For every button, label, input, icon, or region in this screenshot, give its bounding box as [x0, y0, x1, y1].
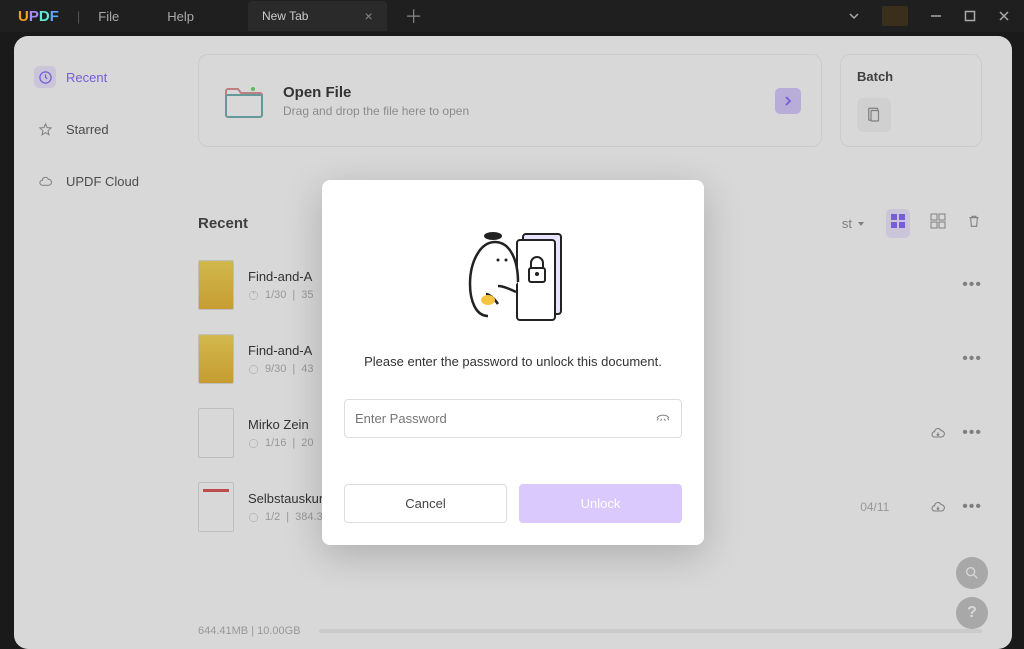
tab-new[interactable]: New Tab ×	[248, 1, 387, 31]
minimize-button[interactable]	[930, 10, 942, 22]
titlebar: UPDF | File Help New Tab × ＋	[0, 0, 1024, 32]
password-input[interactable]	[344, 399, 682, 438]
unlock-button[interactable]: Unlock	[519, 484, 682, 523]
menu-file[interactable]: File	[98, 9, 119, 24]
lock-illustration	[443, 216, 583, 336]
tab-title: New Tab	[262, 9, 308, 23]
maximize-button[interactable]	[964, 10, 976, 22]
cancel-button[interactable]: Cancel	[344, 484, 507, 523]
modal-message: Please enter the password to unlock this…	[344, 354, 682, 369]
password-modal: Please enter the password to unlock this…	[322, 180, 704, 545]
app-logo: UPDF	[18, 8, 59, 25]
add-tab-button[interactable]: ＋	[405, 3, 423, 29]
modal-overlay: Please enter the password to unlock this…	[14, 36, 1012, 649]
menu-help[interactable]: Help	[167, 9, 194, 24]
separator: |	[77, 9, 80, 24]
close-icon[interactable]: ×	[364, 8, 372, 24]
close-button[interactable]	[998, 10, 1010, 22]
toggle-visibility-icon[interactable]	[654, 407, 672, 430]
brand-badge	[882, 6, 908, 26]
chevron-down-icon[interactable]	[848, 10, 860, 22]
main-window: Recent Starred UPDF Cloud Open File Drag…	[14, 36, 1012, 649]
